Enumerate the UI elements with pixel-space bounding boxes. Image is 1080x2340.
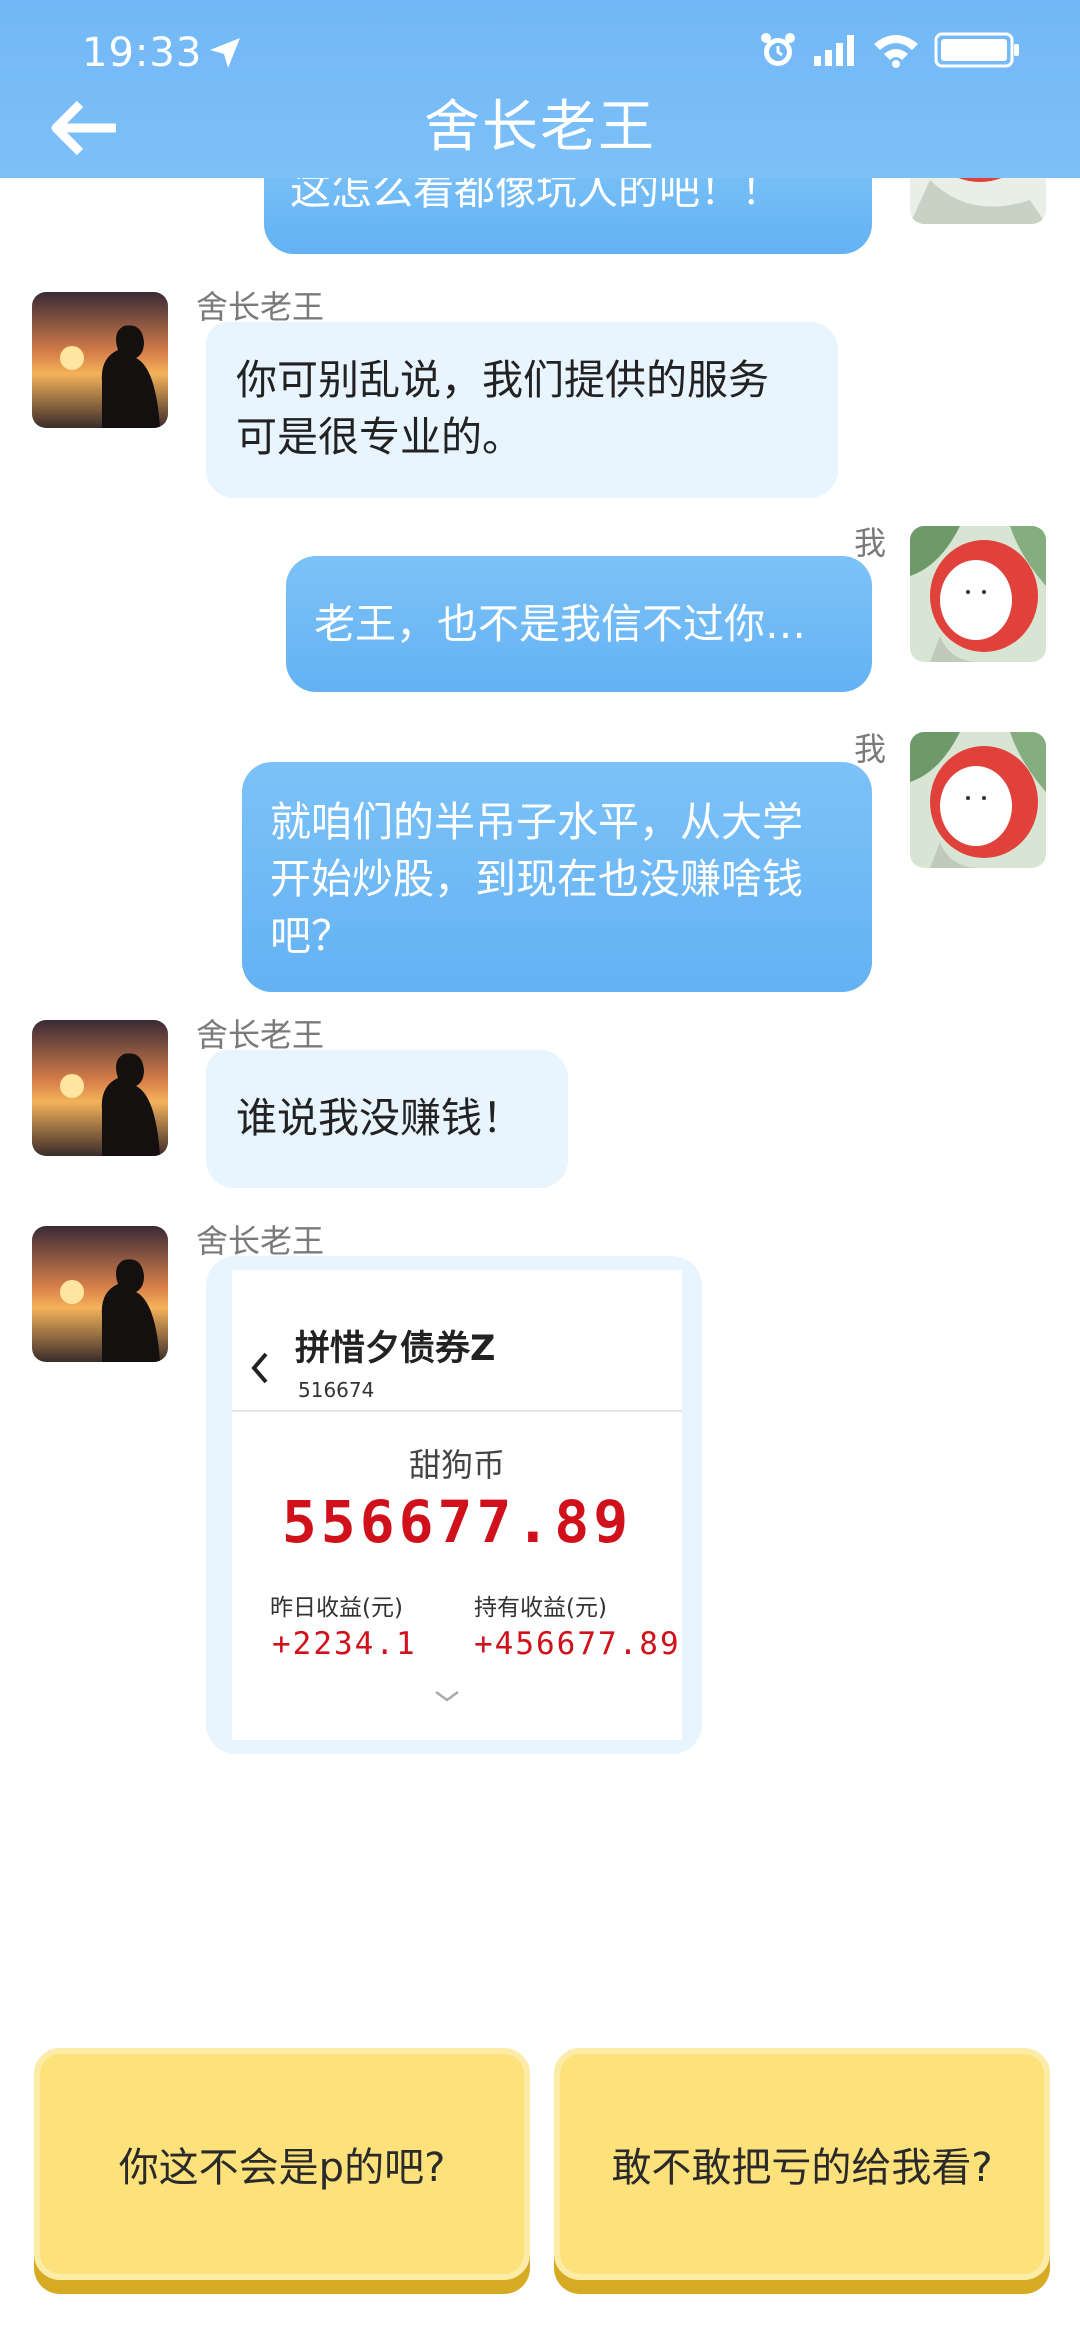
avatar-sunset-icon [32, 292, 168, 428]
message-line: 谁说我没赚钱！ [236, 1094, 523, 1142]
yesterday-value: +2234.1 [272, 1626, 417, 1662]
chevron-down-icon [435, 1690, 459, 1702]
status-icons [758, 30, 1022, 70]
choice-label: 敢不敢把亏的给我看? [611, 2145, 993, 2191]
choice-button-2[interactable]: 敢不敢把亏的给我看? [554, 2048, 1050, 2280]
avatar-laowang [32, 292, 168, 428]
message-line: 老王，也不是我信不过你… [314, 600, 806, 648]
message-line: 就咱们的半吊子水平，从大学 [270, 798, 803, 846]
fund-code: 516674 [298, 1378, 375, 1402]
yesterday-label: 昨日收益(元) [270, 1595, 403, 1621]
message-line: 可是很专业的。 [236, 413, 523, 461]
message-bubble-other: 谁说我没赚钱！ [206, 1050, 568, 1188]
alarm-icon [761, 33, 795, 66]
avatar-laowang [32, 1226, 168, 1362]
avatar-laowang [32, 1020, 168, 1156]
avatar-sunset-icon [32, 1226, 168, 1362]
fund-screenshot-card[interactable]: 拼惜夕债券Z 516674 甜狗币 556677.89 昨日收益(元) +223… [232, 1270, 682, 1740]
wifi-icon [874, 35, 918, 68]
holding-value: +456677.89 [474, 1626, 681, 1662]
page-title: 舍长老王 [424, 95, 656, 160]
message-line: 开始炒股，到现在也没赚啥钱 [270, 855, 803, 903]
fund-name: 拼惜夕债券Z [295, 1329, 496, 1369]
message-bubble-me: 就咱们的半吊子水平，从大学 开始炒股，到现在也没赚啥钱 吧？ [242, 762, 872, 992]
sender-name: 我 [854, 730, 887, 768]
avatar-me-icon [910, 526, 1046, 662]
sender-name: 我 [854, 524, 887, 562]
fund-amount: 556677.89 [281, 1488, 633, 1556]
location-arrow-icon [210, 38, 240, 68]
avatar-me [910, 732, 1046, 868]
choice-label: 你这不会是p的吧? [118, 2145, 446, 2191]
holding-label: 持有收益(元) [474, 1595, 607, 1621]
message-bubble-other: 你可别乱说，我们提供的服务 可是很专业的。 [206, 322, 838, 498]
app-header: 19:33 舍长老王 [0, 0, 1080, 178]
status-time: 19:33 [82, 30, 203, 76]
divider [232, 1410, 682, 1412]
avatar-me [910, 526, 1046, 662]
chat-area: 这怎么看都像坑人的吧！！ 舍长老王 你可别乱说，我们提供的服务 可是很专业的。 … [0, 0, 1080, 1860]
currency-label: 甜狗币 [408, 1446, 505, 1484]
message-line: 你可别乱说，我们提供的服务 [236, 356, 769, 404]
choice-button-1[interactable]: 你这不会是p的吧? [34, 2048, 530, 2280]
avatar-sunset-icon [32, 1020, 168, 1156]
message-line: 吧？ [270, 912, 352, 960]
chevron-left-icon [251, 1352, 268, 1384]
avatar-me-icon [910, 732, 1046, 868]
battery-icon [934, 32, 1019, 68]
message-bubble-me: 老王，也不是我信不过你… [286, 556, 872, 692]
signal-icon [814, 35, 854, 66]
